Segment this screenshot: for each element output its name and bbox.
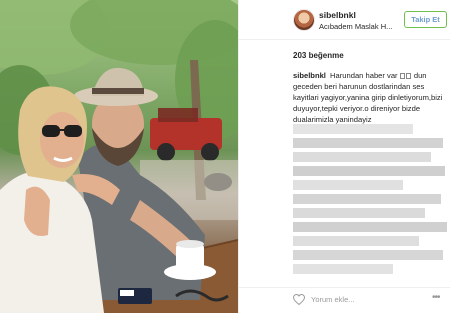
emoji-placeholder-icon (406, 73, 412, 79)
post-photo[interactable] (0, 0, 238, 313)
post-photo-illustration (0, 0, 238, 313)
avatar[interactable] (293, 9, 315, 31)
blurred-comment (293, 124, 413, 134)
blurred-comment (293, 222, 447, 232)
blurred-comment (293, 180, 403, 190)
blurred-comment (293, 250, 443, 260)
post-side-panel: sibelbnkl Acıbadem Maslak H... Takip Et … (238, 0, 450, 313)
emoji-placeholder-icon (400, 73, 406, 79)
blurred-comment (293, 264, 393, 274)
blurred-comment (293, 208, 425, 218)
likes-count[interactable]: 203 beğenme (293, 51, 344, 60)
username-link[interactable]: sibelbnkl (319, 10, 356, 20)
blurred-comment (293, 194, 441, 204)
caption-text-part1: Harundan haber var (330, 71, 398, 80)
blurred-comment (293, 236, 419, 246)
caption-username[interactable]: sibelbnkl (293, 71, 326, 80)
blurred-comment (293, 166, 445, 176)
blurred-comment (293, 138, 443, 148)
more-icon[interactable]: ••• (432, 293, 440, 303)
comment-input[interactable] (311, 292, 423, 306)
blurred-comments (293, 124, 448, 280)
blurred-comment (293, 152, 431, 162)
heart-icon[interactable] (293, 294, 305, 305)
location-link[interactable]: Acıbadem Maslak H... (319, 22, 392, 31)
follow-button[interactable]: Takip Et (404, 11, 447, 28)
